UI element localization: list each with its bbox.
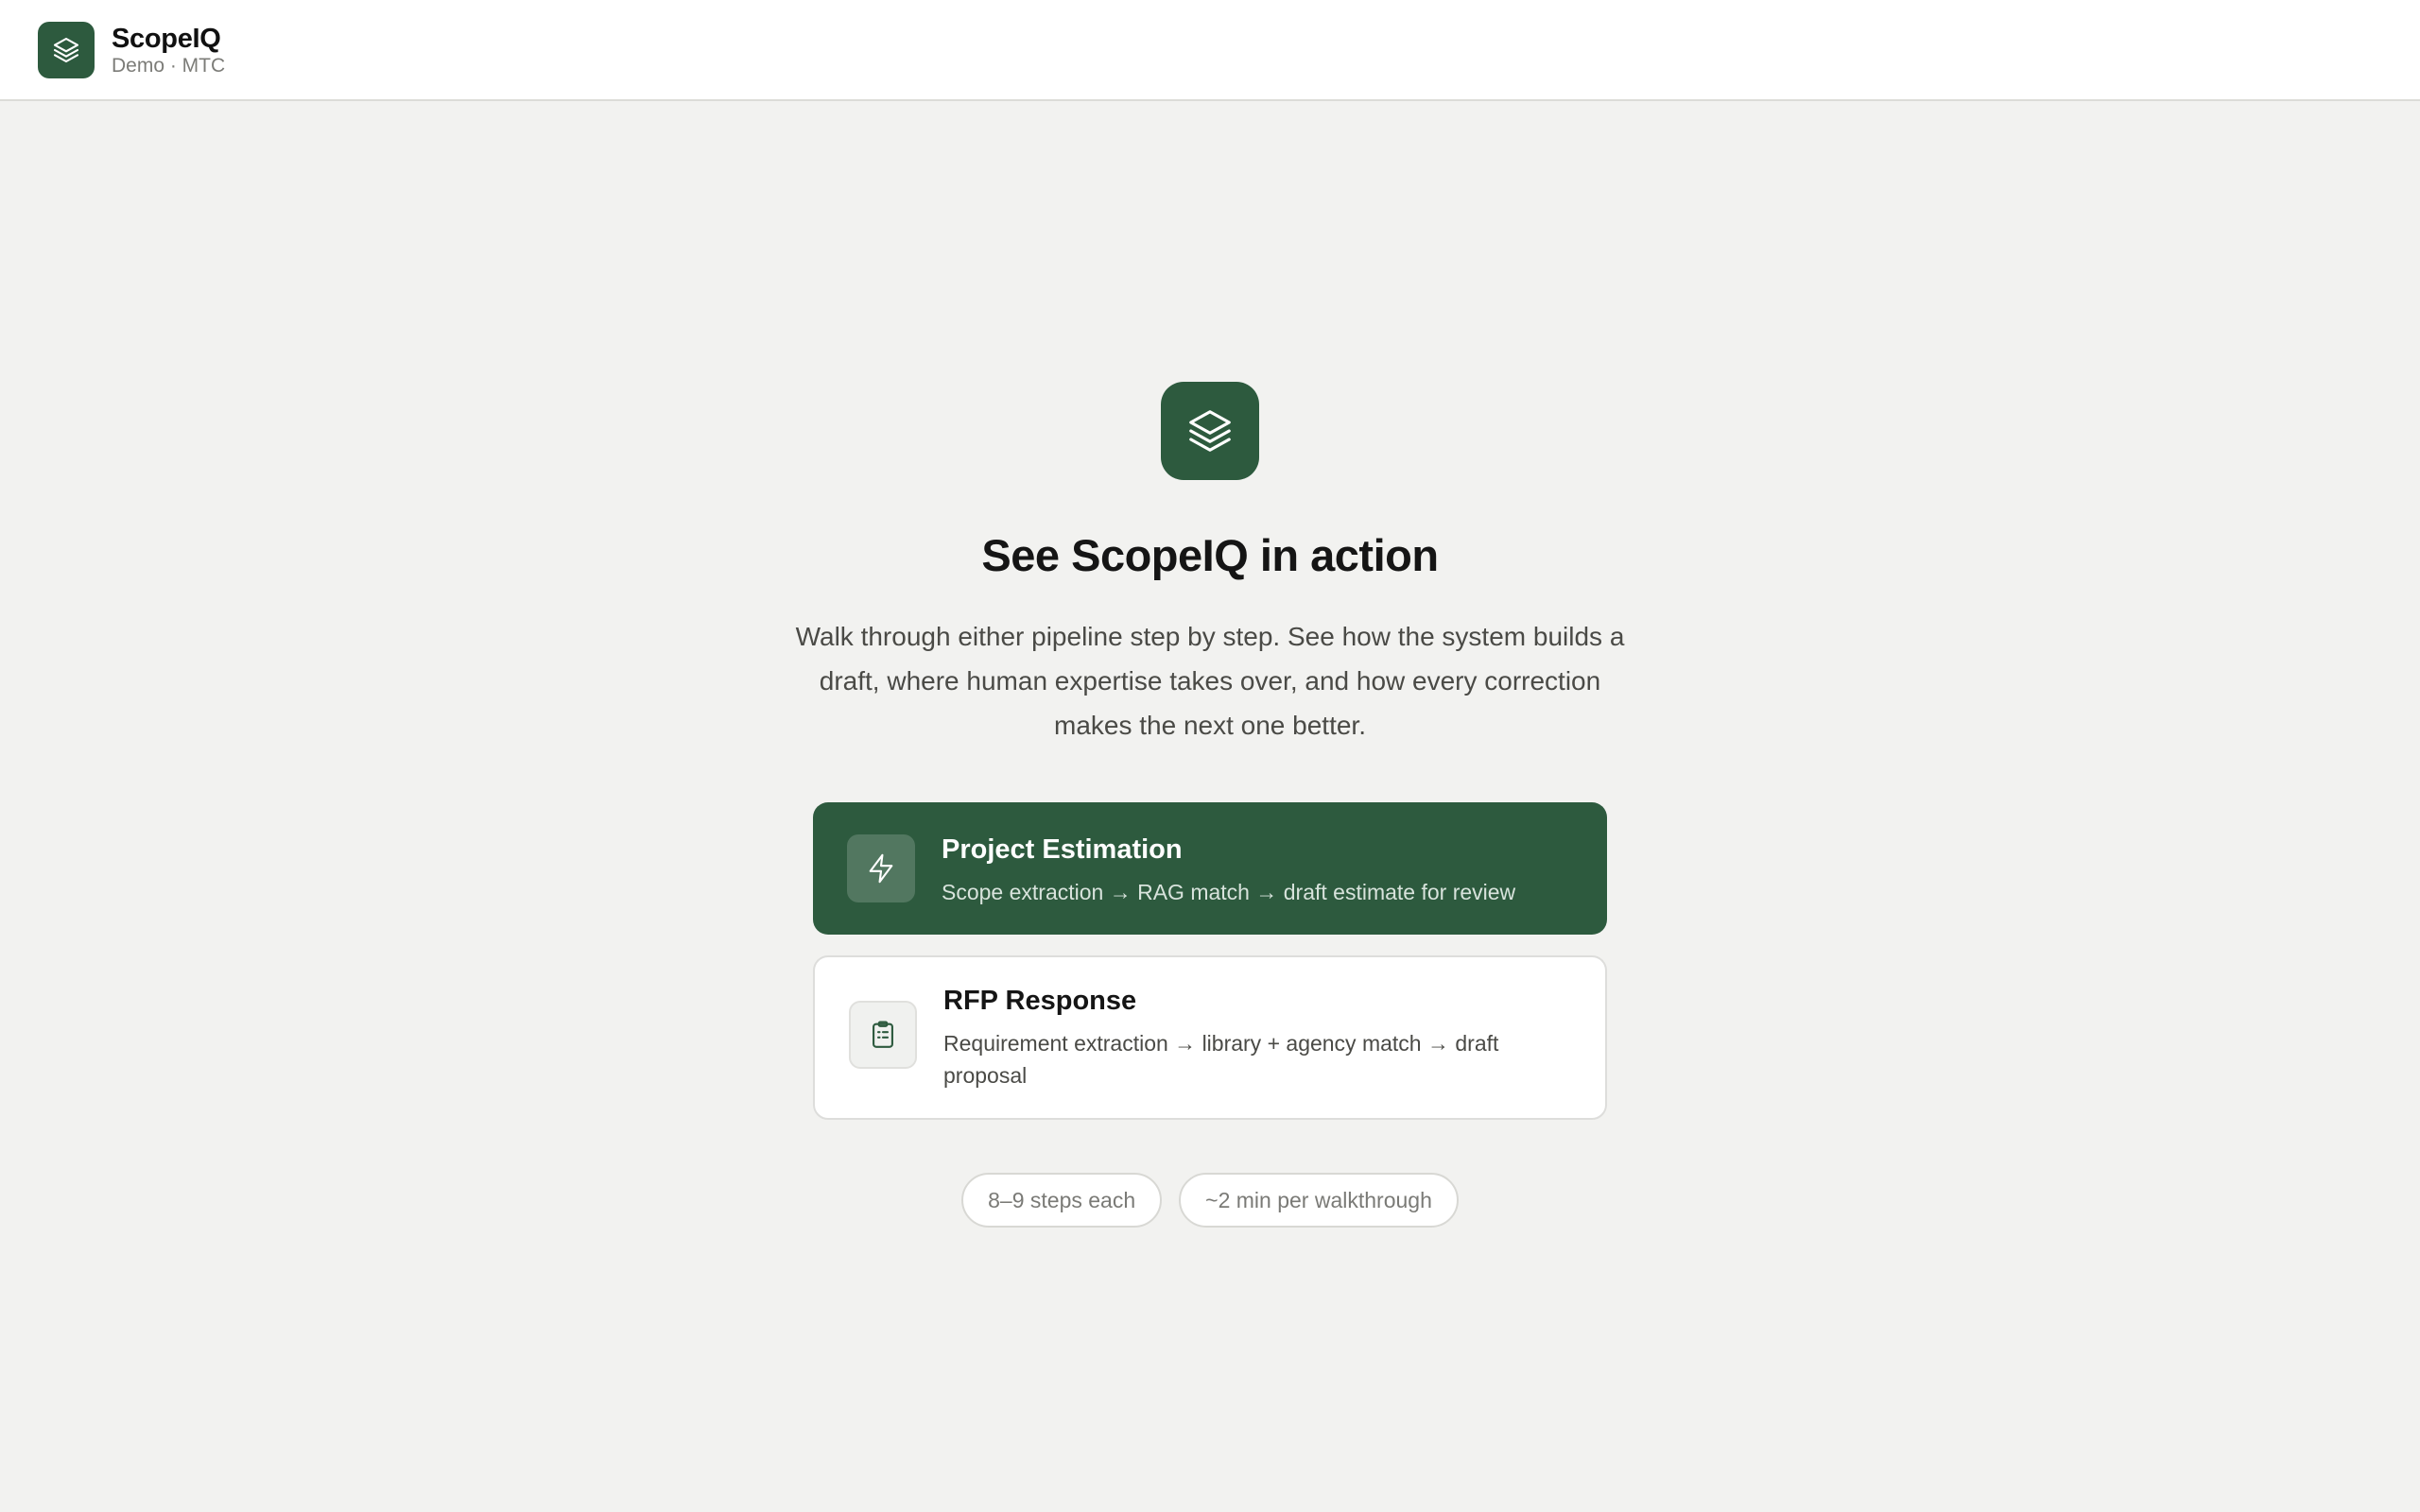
- project-estimation-card[interactable]: Project Estimation Scope extraction → RA…: [813, 802, 1607, 935]
- card-description: Requirement extraction → library + agenc…: [943, 1031, 1499, 1088]
- card-title: Project Estimation: [942, 834, 1183, 865]
- card-text: Project Estimation Scope extraction → RA…: [942, 833, 1515, 908]
- clipboard-list-icon: [873, 1021, 893, 1048]
- hero-icon-badge: [1161, 382, 1259, 480]
- layers-icon: [53, 37, 79, 62]
- card-title: RFP Response: [943, 986, 1137, 1016]
- page-title: See ScopeIQ in action: [981, 530, 1439, 580]
- info-pills: 8–9 steps each ~2 min per walkthrough: [961, 1173, 1459, 1228]
- logo-badge[interactable]: [38, 21, 95, 78]
- lightning-icon: [869, 853, 893, 884]
- steps-pill: 8–9 steps each: [961, 1173, 1163, 1228]
- rfp-response-card[interactable]: RFP Response Requirement extraction → li…: [813, 955, 1607, 1120]
- card-description: Scope extraction → RAG match → draft est…: [942, 880, 1516, 904]
- pipeline-cards: Project Estimation Scope extraction → RA…: [813, 802, 1607, 1120]
- top-bar: ScopeIQ Demo · MTC: [0, 0, 2420, 101]
- card-icon-wrapper: [847, 834, 915, 902]
- brand-name: ScopeIQ: [112, 23, 221, 54]
- layers-icon: [1189, 410, 1231, 452]
- duration-pill: ~2 min per walkthrough: [1179, 1173, 1459, 1228]
- card-icon-wrapper: [849, 1001, 917, 1069]
- page-subtitle: Walk through either pipeline step by ste…: [795, 622, 1625, 740]
- brand: ScopeIQ Demo · MTC: [112, 23, 225, 77]
- brand-subtitle: Demo · MTC: [112, 54, 226, 77]
- card-text: RFP Response Requirement extraction → li…: [943, 984, 1571, 1091]
- main-content: See ScopeIQ in action Walk through eithe…: [0, 101, 2420, 1228]
